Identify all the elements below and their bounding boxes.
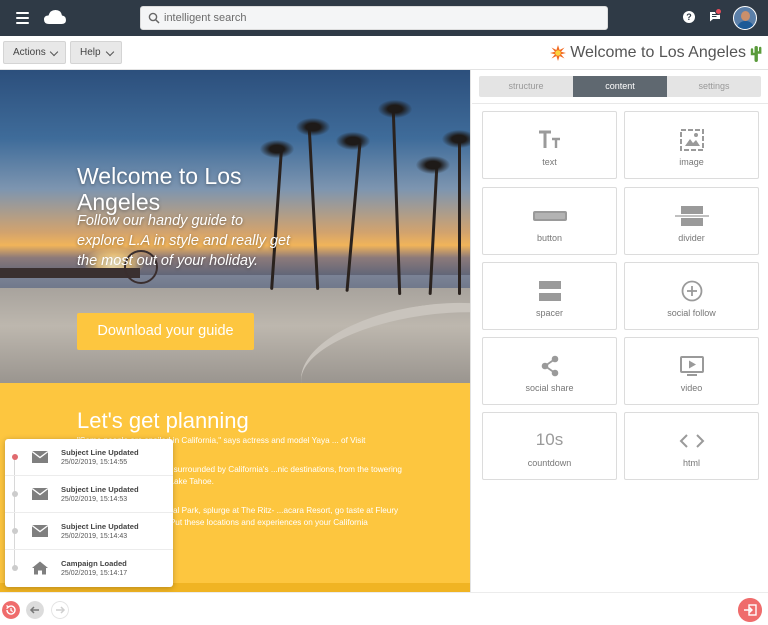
hero-subtitle[interactable]: Follow our handy guide to explore L.A in… (77, 211, 292, 271)
history-title: Campaign Loaded (61, 559, 127, 568)
palm-tree (391, 110, 402, 295)
block-countdown[interactable]: 10s countdown (482, 412, 617, 480)
history-item[interactable]: Subject Line Updated 25/02/2019, 15:14:5… (5, 439, 173, 476)
spacer-icon (539, 281, 561, 301)
share-icon (541, 355, 559, 377)
help-icon[interactable]: ? (683, 11, 695, 23)
chevron-down-icon (49, 47, 59, 57)
history-title: Subject Line Updated (61, 448, 139, 457)
image-icon (680, 129, 704, 151)
palm-tree (345, 142, 362, 292)
divider-icon (675, 206, 709, 226)
search-bar (140, 6, 608, 30)
notification-badge (715, 8, 722, 15)
palm-fronds (378, 100, 412, 118)
palm-fronds (336, 132, 370, 150)
divider (472, 103, 768, 104)
block-label: html (682, 458, 700, 468)
toolbar: Actions Help Welcome to Los Angeles (0, 36, 768, 70)
block-label: text (542, 157, 557, 167)
code-icon (679, 434, 705, 448)
block-label: countdown (527, 458, 572, 468)
redo-icon[interactable] (51, 601, 69, 619)
download-guide-button[interactable]: Download your guide (77, 313, 254, 350)
history-dot (12, 528, 18, 534)
tab-content[interactable]: content (573, 76, 667, 97)
history-item[interactable]: Subject Line Updated 25/02/2019, 15:14:4… (5, 513, 173, 550)
history-item[interactable]: Subject Line Updated 25/02/2019, 15:14:5… (5, 476, 173, 513)
block-image[interactable]: image (624, 111, 759, 179)
mail-icon (31, 487, 49, 500)
button-icon (533, 211, 567, 221)
block-social-share[interactable]: social share (482, 337, 617, 405)
history-time: 25/02/2019, 15:14:43 (61, 533, 128, 540)
tab-settings[interactable]: settings (667, 76, 761, 97)
block-spacer[interactable]: spacer (482, 262, 617, 330)
menu-icon[interactable] (16, 12, 29, 24)
burst-emoji-icon (550, 45, 567, 61)
block-video[interactable]: video (624, 337, 759, 405)
palm-tree (307, 128, 320, 290)
video-icon (680, 356, 704, 376)
history-dot (12, 491, 18, 497)
history-time: 25/02/2019, 15:14:55 (61, 459, 128, 466)
history-dot (12, 565, 18, 571)
history-time: 25/02/2019, 15:14:53 (61, 496, 128, 503)
exit-icon[interactable] (738, 598, 762, 622)
block-label: social follow (667, 308, 716, 318)
palm-fronds (260, 140, 294, 158)
history-dot-active (12, 454, 18, 460)
mail-icon (31, 524, 49, 537)
hero-image[interactable]: Welcome to Los Angeles Follow our handy … (0, 70, 470, 383)
help-label: Help (80, 47, 101, 58)
avatar[interactable] (733, 6, 757, 30)
mail-icon (31, 450, 49, 463)
home-icon (32, 561, 48, 575)
history-time: 25/02/2019, 15:14:17 (61, 570, 128, 577)
top-navigation-bar: ? (0, 0, 768, 36)
editor-panel: structure content settings text image bu… (472, 70, 768, 592)
tab-structure[interactable]: structure (479, 76, 573, 97)
search-input[interactable] (164, 9, 594, 27)
palm-tree (458, 140, 461, 295)
palm-fronds (416, 156, 450, 174)
campaign-title[interactable]: Welcome to Los Angeles (570, 44, 746, 62)
help-dropdown[interactable]: Help (70, 41, 122, 64)
text-icon (539, 130, 560, 148)
block-divider[interactable]: divider (624, 187, 759, 255)
actions-label: Actions (13, 47, 46, 58)
block-label: divider (678, 233, 705, 243)
planning-title[interactable]: Let's get planning (77, 408, 249, 434)
search-icon (148, 12, 160, 24)
block-label: image (679, 157, 704, 167)
undo-icon[interactable] (26, 601, 44, 619)
history-icon[interactable] (2, 601, 20, 619)
block-html[interactable]: html (624, 412, 759, 480)
palm-fronds (296, 118, 330, 136)
panel-tabs: structure content settings (479, 76, 761, 97)
block-label: social share (525, 383, 574, 393)
bottom-bar (0, 592, 768, 625)
hero-title[interactable]: Welcome to Los Angeles (77, 163, 277, 215)
block-label: spacer (535, 308, 563, 318)
block-label: video (680, 383, 703, 393)
palm-fronds (442, 130, 470, 148)
history-title: Subject Line Updated (61, 522, 139, 531)
block-social-follow[interactable]: social follow (624, 262, 759, 330)
countdown-icon: 10s (535, 430, 564, 449)
history-item[interactable]: Campaign Loaded 25/02/2019, 15:14:17 (5, 550, 173, 587)
campaign-title-group: Welcome to Los Angeles (550, 42, 762, 64)
history-title: Subject Line Updated (61, 485, 139, 494)
cloud-logo-icon[interactable] (43, 9, 67, 25)
block-label: button (536, 233, 563, 243)
cactus-emoji-icon (750, 45, 762, 62)
history-popup: Subject Line Updated 25/02/2019, 15:14:5… (5, 439, 173, 587)
actions-dropdown[interactable]: Actions (3, 41, 66, 64)
plus-circle-icon (681, 280, 703, 302)
block-text[interactable]: text (482, 111, 617, 179)
block-button[interactable]: button (482, 187, 617, 255)
chevron-down-icon (105, 47, 115, 57)
